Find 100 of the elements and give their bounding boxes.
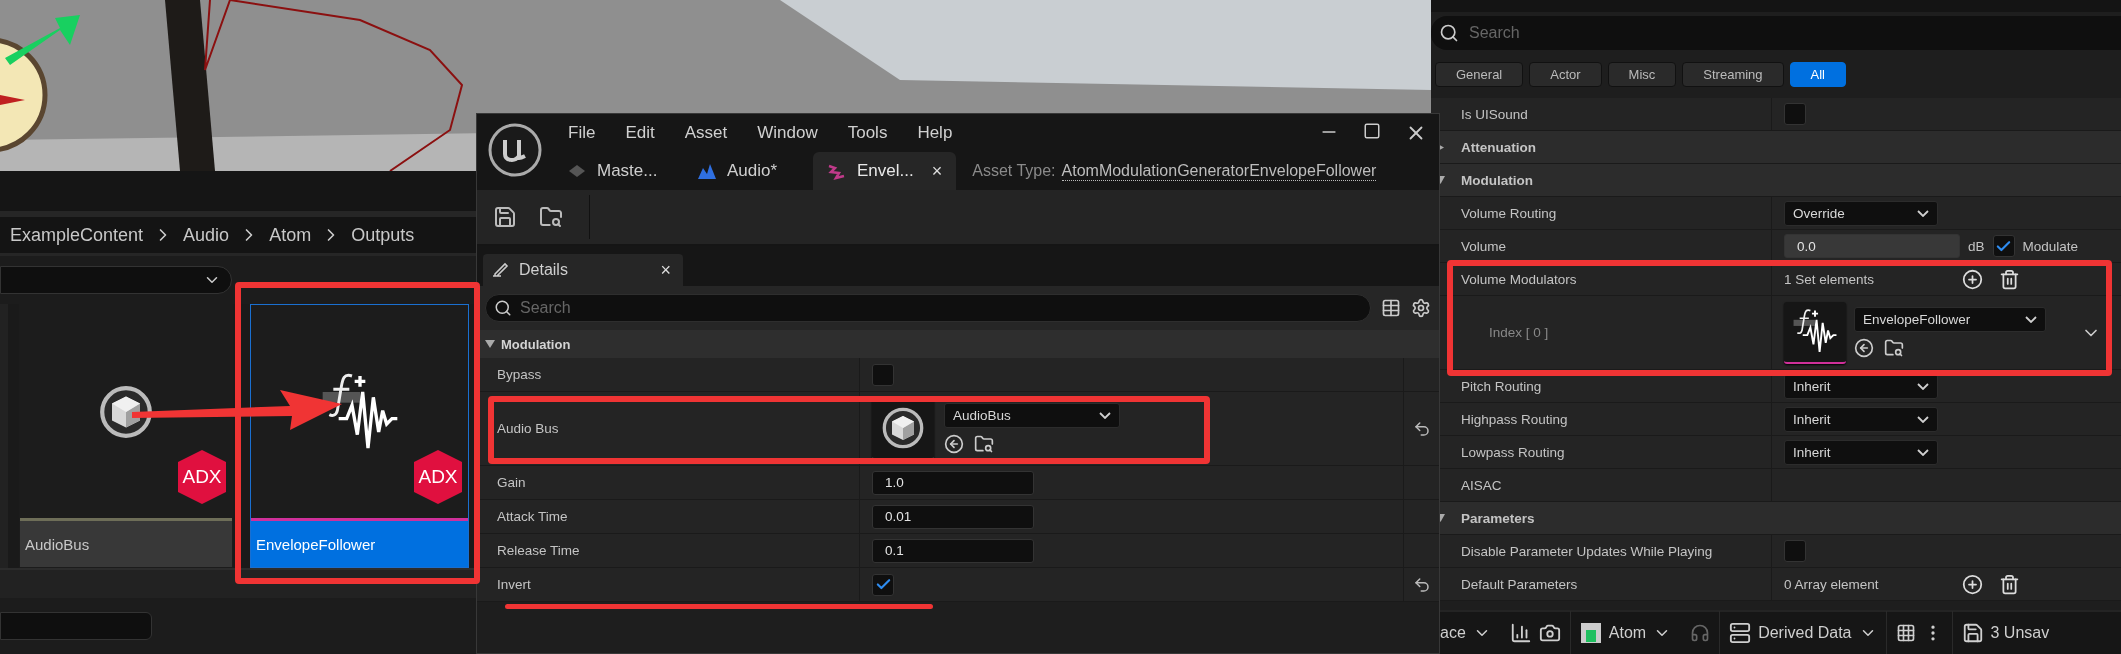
number-field[interactable]: 0.1 <box>872 538 1034 563</box>
mountain-icon <box>697 162 717 180</box>
document-tab[interactable]: Audio* <box>683 152 813 190</box>
close-button[interactable]: × <box>660 259 671 281</box>
trash-icon[interactable] <box>1999 573 2020 595</box>
asset-thumbnail[interactable] <box>1784 301 1846 364</box>
filter-tab[interactable]: All <box>1789 61 1846 87</box>
property-label: Invert <box>477 568 860 601</box>
input-field[interactable] <box>0 612 152 640</box>
property-label: Lowpass Routing <box>1449 436 1772 468</box>
menu-item[interactable]: Asset <box>669 123 743 143</box>
chevron-down-icon <box>1099 412 1111 419</box>
maximize-icon[interactable] <box>1363 122 1381 140</box>
property-label: Pitch Routing <box>1449 370 1772 402</box>
property-label: Bypass <box>477 358 860 391</box>
triangle-down-icon <box>485 340 495 348</box>
property-label: Gain <box>477 466 860 499</box>
chart-icon[interactable] <box>1509 622 1532 644</box>
arrow-left-circle-icon[interactable] <box>1854 338 1874 358</box>
asset-type-label: Asset Type: <box>972 162 1056 180</box>
filter-tab[interactable]: General <box>1435 61 1524 87</box>
dropdown[interactable]: EnvelopeFollower <box>1854 307 2046 332</box>
breadcrumb-item[interactable]: Atom <box>269 224 312 246</box>
trash-icon[interactable] <box>1999 268 2020 290</box>
chevron-down-icon <box>1917 415 1929 423</box>
dropdown[interactable]: Override <box>1784 200 1938 226</box>
headphones-icon[interactable] <box>1690 623 1711 643</box>
menu-item[interactable]: Tools <box>832 123 903 143</box>
number-field[interactable]: 1.0 <box>872 470 1034 495</box>
reset-icon[interactable] <box>1412 575 1431 594</box>
dropdown[interactable]: Inherit <box>1784 439 1938 465</box>
settings-icon[interactable] <box>1411 298 1431 318</box>
asset-name: EnvelopeFollower <box>251 521 468 567</box>
menu-item[interactable]: Help <box>902 123 968 143</box>
arrow-left-circle-icon[interactable] <box>944 434 964 454</box>
adx-badge: ADX <box>178 450 226 504</box>
adx-badge: ADX <box>414 450 462 504</box>
document-tab[interactable]: Maste... <box>553 152 683 190</box>
property-label: Is UISound <box>1449 98 1772 130</box>
element-count: 1 Set elements <box>1784 271 1876 287</box>
cube-icon <box>881 405 925 450</box>
asset-tile[interactable]: ADX EnvelopeFollower <box>250 304 469 568</box>
status-label[interactable]: Derived Data <box>1758 624 1852 642</box>
property-label: Disable Parameter Updates While Playing <box>1449 535 1772 567</box>
filter-tab[interactable]: Actor <box>1529 61 1602 87</box>
logo-icon <box>487 122 543 178</box>
property-label: Attack Time <box>477 500 860 533</box>
squiggle-icon <box>827 162 847 180</box>
property-label: Audio Bus <box>477 392 860 465</box>
folder-search-icon[interactable] <box>974 434 994 454</box>
status-label[interactable]: Atom <box>1608 624 1647 642</box>
status-label[interactable]: 3 Unsav <box>1990 624 2050 642</box>
breadcrumb-item[interactable]: Audio <box>183 224 230 246</box>
asset-type-link[interactable]: AtomModulationGeneratorEnvelopeFollower <box>1061 161 1377 181</box>
section-header[interactable]: Modulation <box>477 330 1439 358</box>
table-icon[interactable] <box>1381 298 1401 318</box>
chevron-down-icon <box>1917 209 1929 217</box>
dropdown[interactable]: Inherit <box>1784 406 1938 432</box>
menu-item[interactable]: File <box>553 123 611 143</box>
category-header[interactable]: Modulation <box>1449 164 1533 196</box>
category-header[interactable]: Attenuation <box>1449 131 1536 163</box>
reset-icon[interactable] <box>1412 419 1431 438</box>
close-button[interactable]: × <box>931 160 943 182</box>
save-icon <box>1961 622 1984 644</box>
diamond-icon <box>567 163 587 179</box>
details-tab[interactable]: Details × <box>483 254 683 286</box>
filter-tab[interactable]: Streaming <box>1682 61 1784 87</box>
add-icon[interactable] <box>1962 268 1983 290</box>
checkbox[interactable] <box>872 573 894 596</box>
camera-icon[interactable] <box>1538 622 1561 644</box>
property-label: Volume Routing <box>1449 197 1772 229</box>
status-label[interactable]: ace <box>1440 624 1466 642</box>
filter-tab[interactable]: Misc <box>1607 61 1677 87</box>
search-icon <box>1439 23 1459 43</box>
folder-search-icon[interactable] <box>1884 338 1904 358</box>
menu-item[interactable]: Window <box>742 123 833 143</box>
document-tab[interactable]: Envel... × <box>813 152 957 190</box>
property-label: AISAC <box>1449 469 1772 501</box>
category-header[interactable]: Parameters <box>1449 502 1535 534</box>
unit-label: dB <box>1968 238 1985 254</box>
save-icon[interactable] <box>493 205 517 229</box>
number-field[interactable]: 0.0 <box>1784 234 1960 258</box>
checkbox[interactable] <box>1784 540 1806 562</box>
asset-name: AudioBus <box>20 521 232 567</box>
dropdown[interactable]: AudioBus <box>944 403 1120 428</box>
property-label: Volume <box>1449 230 1772 262</box>
chevron-down-icon <box>1917 382 1929 390</box>
breadcrumb-item[interactable]: ExampleContent <box>10 224 144 246</box>
add-icon[interactable] <box>1962 573 1983 595</box>
chevron-down-icon <box>2025 316 2037 323</box>
element-count: 0 Array element <box>1784 576 1880 592</box>
checkbox[interactable] <box>1784 103 1806 125</box>
checkbox[interactable] <box>1992 235 2015 257</box>
menu-item[interactable]: Edit <box>610 123 670 143</box>
number-field[interactable]: 0.01 <box>872 504 1034 529</box>
breadcrumb-item[interactable]: Outputs <box>351 224 415 246</box>
property-label: Volume Modulators <box>1449 263 1772 295</box>
pencil-icon <box>491 260 511 280</box>
folder-search-icon[interactable] <box>539 205 563 229</box>
checkbox[interactable] <box>872 363 894 386</box>
